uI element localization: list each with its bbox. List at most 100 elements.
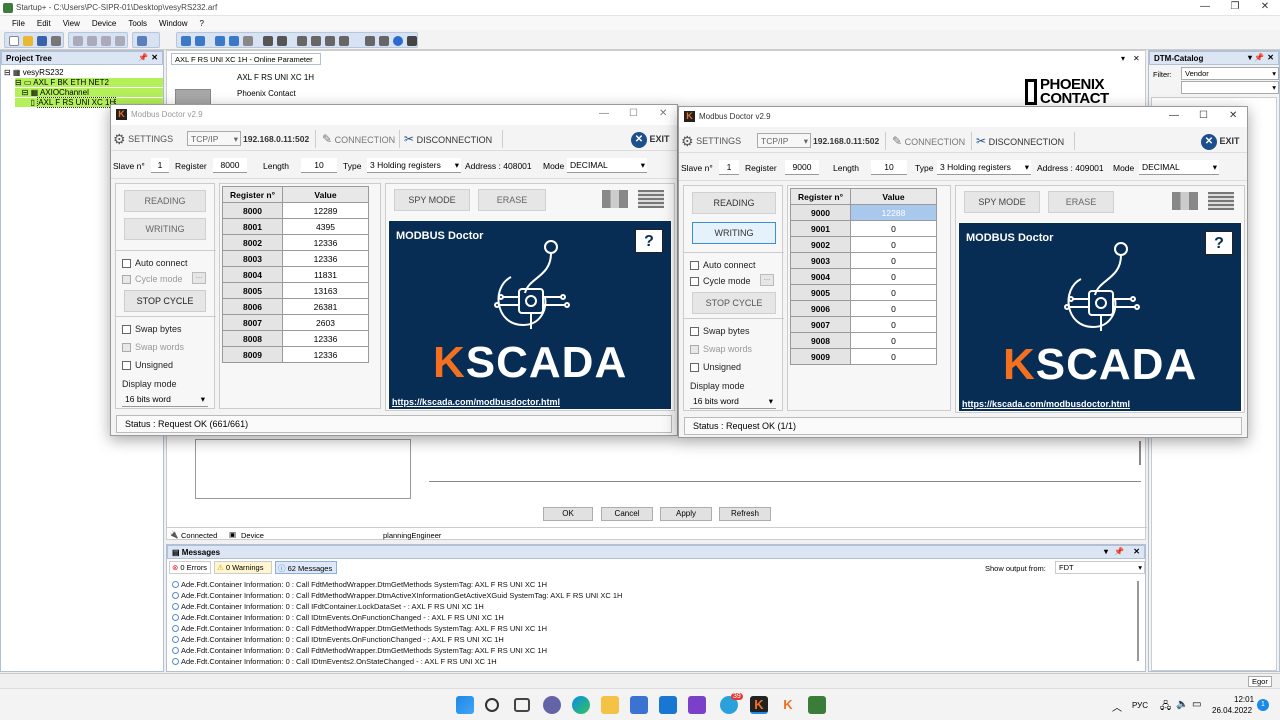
tree-item-channel[interactable]: ⊟ ▦ AXIOChannel <box>15 88 163 97</box>
writing-button[interactable]: WRITING <box>692 222 776 244</box>
paste-icon[interactable] <box>101 36 111 46</box>
value-cell[interactable]: 0 <box>850 316 937 333</box>
minimize-icon[interactable]: — <box>1169 110 1179 121</box>
cycle-settings-button[interactable]: … <box>192 272 206 284</box>
length-input[interactable]: 10 <box>871 160 907 175</box>
close-icon[interactable]: ✕ <box>1229 110 1237 121</box>
minimize-icon[interactable]: — <box>599 108 609 119</box>
clock-time[interactable]: 12:01 <box>1234 695 1254 704</box>
save-icon[interactable] <box>37 36 47 46</box>
apply-button[interactable]: Apply <box>660 507 712 521</box>
help-icon[interactable] <box>393 36 403 46</box>
cycle-settings-button[interactable]: … <box>760 274 774 286</box>
reading-button[interactable]: READING <box>124 190 206 212</box>
unsigned-checkbox[interactable]: Unsigned <box>122 360 173 371</box>
value-cell[interactable]: 11831 <box>282 266 369 283</box>
pin-icon[interactable]: 📌 <box>1254 53 1264 62</box>
auto-connect-checkbox[interactable]: Auto connect <box>690 260 756 271</box>
show-output-select[interactable]: FDT ▾ <box>1055 561 1145 574</box>
value-cell[interactable]: 0 <box>850 348 937 365</box>
language-fr-icon[interactable] <box>602 190 628 208</box>
swap-bytes-checkbox[interactable]: Swap bytes <box>122 324 182 335</box>
zoom-icon[interactable] <box>379 36 389 46</box>
chat-icon[interactable] <box>543 696 561 714</box>
disconnection-button[interactable]: ✂ DISCONNECTION <box>971 132 1075 150</box>
tab-close-icon[interactable]: ✕ <box>1133 54 1140 63</box>
display-mode-select[interactable]: 16 bits word ▾ <box>690 394 776 409</box>
param-icon[interactable] <box>263 36 273 46</box>
close-icon[interactable]: ✕ <box>1133 547 1140 556</box>
pin-icon[interactable]: 📌 <box>1114 547 1124 556</box>
tool-icon[interactable] <box>325 36 335 46</box>
menu-file[interactable]: File <box>6 19 31 28</box>
maximize-icon[interactable]: ☐ <box>1199 110 1208 121</box>
language-en-icon[interactable] <box>638 190 664 208</box>
cut-icon[interactable] <box>73 36 83 46</box>
param2-icon[interactable] <box>277 36 287 46</box>
pause-icon[interactable] <box>195 36 205 46</box>
new-icon[interactable] <box>9 36 19 46</box>
language-en-icon[interactable] <box>1208 192 1234 210</box>
kscada-taskbar-icon[interactable]: K <box>750 696 768 714</box>
language-fr-icon[interactable] <box>1172 192 1198 210</box>
display-mode-select[interactable]: 16 bits word ▾ <box>122 392 208 407</box>
info-icon[interactable] <box>407 36 417 46</box>
protocol-select[interactable]: TCP/IP ▾ <box>187 131 241 146</box>
tree-item-bus-coupler[interactable]: ⊟ ▭ AXL F BK ETH NET2 <box>15 78 163 87</box>
value-cell[interactable]: 4395 <box>282 218 369 235</box>
copy-icon[interactable] <box>87 36 97 46</box>
mail-icon[interactable] <box>659 696 677 714</box>
swap-words-checkbox[interactable]: Swap words <box>122 342 184 353</box>
value-cell[interactable]: 0 <box>850 268 937 285</box>
cycle-mode-checkbox[interactable]: Cycle mode <box>690 276 751 287</box>
value-cell-selected[interactable]: 12288 <box>850 204 937 221</box>
value-cell[interactable]: 12289 <box>282 202 369 219</box>
erase-button[interactable]: ERASE <box>478 189 546 211</box>
spy-mode-button[interactable]: SPY MODE <box>964 191 1040 213</box>
type-select[interactable]: 3 Holding registers ▾ <box>367 158 461 173</box>
reading-button[interactable]: READING <box>692 192 776 214</box>
register-input[interactable]: 8000 <box>213 158 247 173</box>
refresh-button[interactable]: Refresh <box>719 507 771 521</box>
close-icon[interactable]: ✕ <box>1267 53 1274 62</box>
value-cell[interactable]: 0 <box>850 220 937 237</box>
dropdown-icon[interactable]: ▾ <box>1104 547 1108 556</box>
open-icon[interactable] <box>23 36 33 46</box>
value-cell[interactable]: 0 <box>850 252 937 269</box>
maximize-icon[interactable]: ☐ <box>629 108 638 119</box>
menu-edit[interactable]: Edit <box>31 19 57 28</box>
settings-button[interactable]: ⚙ SETTINGS <box>681 132 749 150</box>
help-button[interactable]: ? <box>635 229 663 253</box>
mode-select[interactable]: DECIMAL ▾ <box>567 158 647 173</box>
slave-input[interactable]: 1 <box>719 160 739 175</box>
volume-icon[interactable]: 🔈 <box>1176 699 1188 710</box>
messages-scrollbar[interactable] <box>1137 581 1139 661</box>
slave-input[interactable]: 1 <box>151 158 169 173</box>
startup-plus-icon[interactable] <box>808 696 826 714</box>
pin-icon[interactable]: 📌 <box>138 53 148 62</box>
task-view-icon[interactable] <box>514 698 530 712</box>
delete-icon[interactable] <box>115 36 125 46</box>
close-icon[interactable]: ✕ <box>659 108 667 119</box>
compare-icon[interactable] <box>297 36 307 46</box>
scrollbar-vertical[interactable] <box>1139 441 1141 465</box>
close-icon[interactable]: ✕ <box>151 53 158 62</box>
cycle-mode-checkbox[interactable]: Cycle mode <box>122 274 183 285</box>
value-cell[interactable]: 12336 <box>282 330 369 347</box>
register-input[interactable]: 9000 <box>785 160 819 175</box>
filter-select-2[interactable]: ▾ <box>1181 81 1279 94</box>
type-select[interactable]: 3 Holding registers ▾ <box>937 160 1031 175</box>
value-cell[interactable]: 26381 <box>282 298 369 315</box>
errors-filter[interactable]: ⊗ 0 Errors <box>169 561 211 574</box>
value-cell[interactable]: 13163 <box>282 282 369 299</box>
protocol-select[interactable]: TCP/IP ▾ <box>757 133 811 148</box>
edge-icon[interactable] <box>572 696 590 714</box>
settings-button[interactable]: ⚙ SETTINGS <box>113 130 181 148</box>
battery-icon[interactable]: ▭ <box>1192 699 1201 710</box>
layout-icon[interactable] <box>137 36 147 46</box>
help-button[interactable]: ? <box>1205 231 1233 255</box>
filter-select[interactable]: Vendor ▾ <box>1181 67 1279 80</box>
messages-filter[interactable]: ⓘ 62 Messages <box>275 561 337 574</box>
exit-button[interactable]: ✕ EXIT <box>1201 132 1247 150</box>
cancel-button[interactable]: Cancel <box>601 507 653 521</box>
